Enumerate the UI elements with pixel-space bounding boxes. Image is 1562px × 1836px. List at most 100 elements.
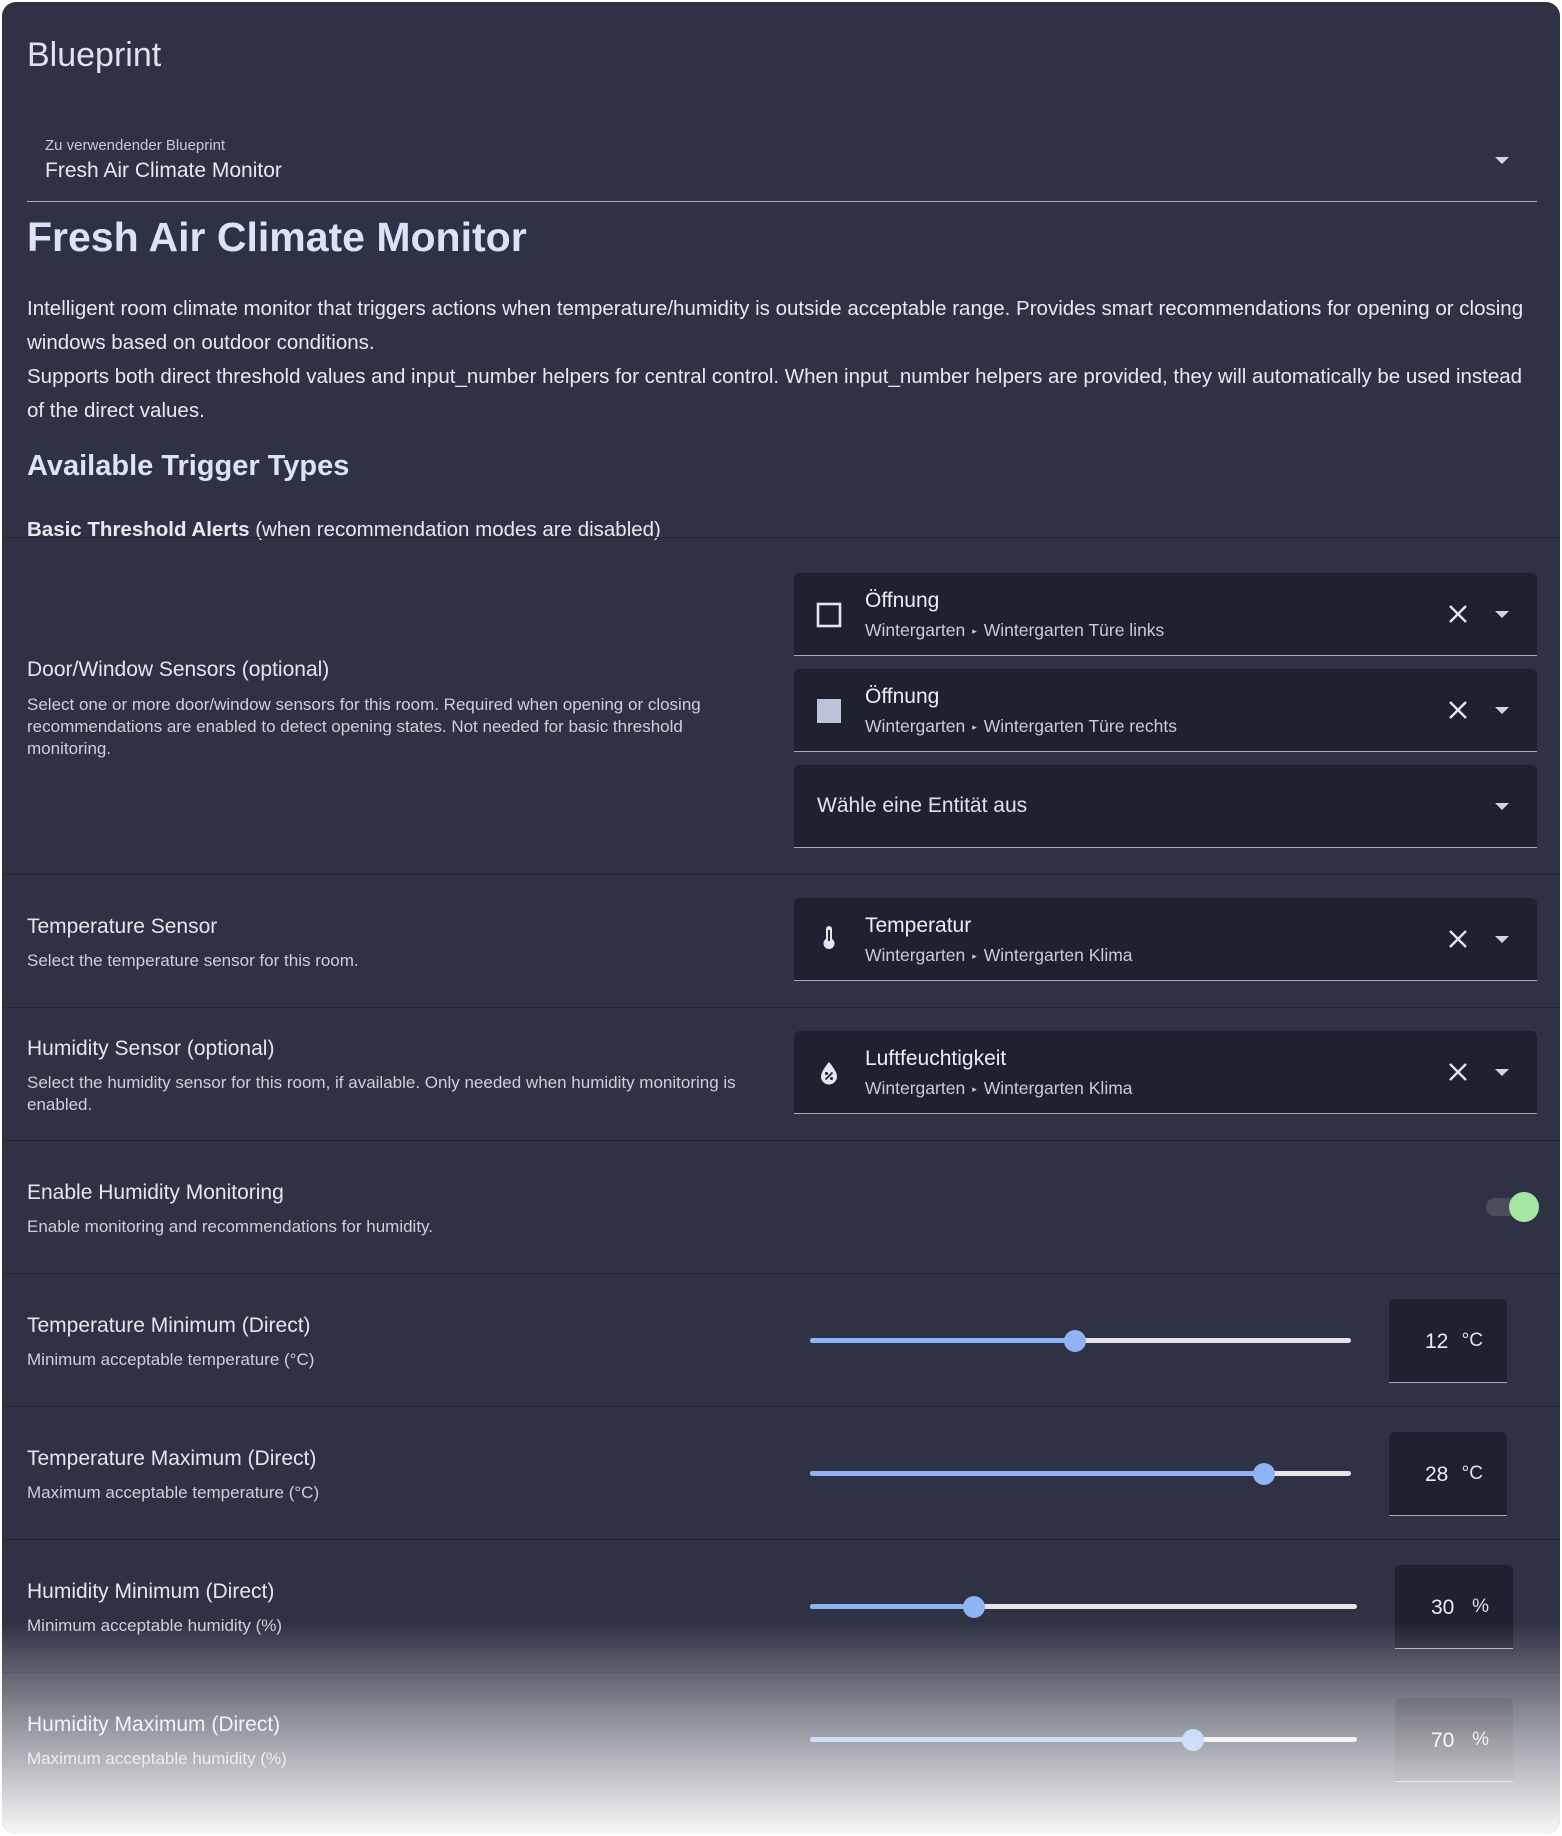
entity-path: Wintergarten ▸ Wintergarten Klima: [865, 945, 1133, 966]
door-open-icon: [817, 699, 841, 723]
entity-path: Wintergarten ▸ Wintergarten Türe rechts: [865, 716, 1177, 737]
blueprint-card: Blueprint Zu verwendender Blueprint Fres…: [2, 2, 1560, 1834]
path-separator-icon: ▸: [972, 1084, 977, 1094]
door-closed-icon: [816, 602, 842, 628]
humidity-max-input[interactable]: 70 %: [1395, 1698, 1513, 1782]
entity-name: Öffnung: [865, 589, 940, 612]
humidity-sensor-description: Select the humidity sensor for this room…: [27, 1073, 736, 1114]
enable-humidity-toggle[interactable]: [1483, 1192, 1539, 1222]
row-divider: [2, 1672, 1560, 1673]
humidity-min-input[interactable]: 30 %: [1395, 1565, 1513, 1649]
basic-threshold-line: Basic Threshold Alerts (when recommendat…: [27, 518, 661, 542]
slider-label: Temperature Maximum (Direct): [27, 1447, 317, 1470]
path-separator-icon: ▸: [972, 722, 977, 732]
slider-label: Humidity Maximum (Direct): [27, 1713, 281, 1736]
door-window-label: Door/Window Sensors (optional): [27, 658, 330, 681]
entity-area: Wintergarten: [865, 620, 966, 640]
chevron-down-icon[interactable]: [1495, 157, 1509, 164]
row-divider: [2, 1140, 1560, 1141]
toggle-knob: [1509, 1192, 1539, 1222]
slider-thumb[interactable]: [1064, 1330, 1087, 1352]
path-separator-icon: ▸: [972, 951, 977, 961]
humidity-min-slider[interactable]: [810, 1595, 1357, 1619]
entity-picker-empty[interactable]: Wähle eine Entität aus: [794, 765, 1537, 848]
slider-fill: [810, 1737, 1193, 1742]
entity-device: Wintergarten Klima: [983, 1078, 1133, 1098]
row-divider: [2, 1406, 1560, 1407]
blueprint-select-label: Zu verwendender Blueprint: [45, 137, 226, 154]
enable-humidity-description: Enable monitoring and recommendations fo…: [27, 1217, 434, 1236]
blueprint-description: Intelligent room climate monitor that tr…: [27, 292, 1527, 428]
entity-device: Wintergarten Türe links: [983, 620, 1165, 640]
description-paragraph-1: Intelligent room climate monitor that tr…: [27, 297, 1524, 354]
slider-thumb[interactable]: [1253, 1463, 1276, 1485]
close-icon[interactable]: [1446, 927, 1470, 951]
slider-description: Maximum acceptable temperature (°C): [27, 1483, 320, 1502]
temperature-sensor-description: Select the temperature sensor for this r…: [27, 951, 359, 970]
slider-label: Humidity Minimum (Direct): [27, 1580, 275, 1603]
close-icon[interactable]: [1446, 698, 1470, 722]
slider-description: Minimum acceptable temperature (°C): [27, 1350, 315, 1369]
entity-name: Temperatur: [865, 914, 972, 937]
entity-picker-temperature[interactable]: Temperatur Wintergarten ▸ Wintergarten Kli…: [794, 898, 1537, 981]
temperature-max-slider[interactable]: [810, 1462, 1351, 1486]
chevron-down-icon[interactable]: [1495, 936, 1509, 943]
temperature-min-input[interactable]: 12 °C: [1389, 1299, 1507, 1383]
card-title: Blueprint: [27, 36, 162, 74]
entity-device: Wintergarten Türe rechts: [983, 716, 1177, 736]
door-window-description: Select one or more door/window sensors f…: [27, 695, 701, 758]
entity-path: Wintergarten ▸ Wintergarten Türe links: [865, 620, 1164, 641]
row-divider: [2, 537, 1560, 538]
row-divider: [2, 1539, 1560, 1540]
water-percent-icon: [821, 1062, 837, 1085]
humidity-max-slider[interactable]: [810, 1728, 1357, 1752]
path-separator-icon: ▸: [972, 626, 977, 636]
close-icon[interactable]: [1446, 602, 1470, 626]
slider-description: Minimum acceptable humidity (%): [27, 1616, 283, 1635]
number-unit: %: [1472, 1729, 1489, 1750]
entity-picker-humidity[interactable]: Luftfeuchtigkeit Wintergarten ▸ Wintergart…: [794, 1031, 1537, 1114]
entity-picker-door-left[interactable]: Öffnung Wintergarten ▸ Wintergarten Türe l…: [794, 573, 1537, 656]
number-unit: °C: [1461, 1463, 1483, 1484]
number-value: 12: [1425, 1330, 1449, 1353]
temperature-max-input[interactable]: 28 °C: [1389, 1432, 1507, 1516]
chevron-down-icon[interactable]: [1495, 611, 1509, 618]
slider-thumb[interactable]: [1181, 1729, 1204, 1751]
row-divider: [2, 1007, 1560, 1008]
slider-fill: [810, 1471, 1265, 1476]
close-icon[interactable]: [1446, 1060, 1470, 1084]
entity-area: Wintergarten: [865, 1078, 966, 1098]
blueprint-name: Fresh Air Climate Monitor: [27, 214, 527, 260]
description-paragraph-2: Supports both direct threshold values an…: [27, 365, 1523, 422]
number-value: 70: [1431, 1729, 1455, 1752]
entity-area: Wintergarten: [865, 716, 966, 736]
section-heading: Available Trigger Types: [27, 450, 350, 482]
slider-label: Temperature Minimum (Direct): [27, 1314, 311, 1337]
entity-area: Wintergarten: [865, 945, 966, 965]
number-value: 30: [1431, 1596, 1455, 1619]
enable-humidity-label: Enable Humidity Monitoring: [27, 1181, 284, 1204]
entity-picker-door-right[interactable]: Öffnung Wintergarten ▸ Wintergarten Türe r…: [794, 669, 1537, 752]
chevron-down-icon[interactable]: [1495, 1069, 1509, 1076]
number-value: 28: [1425, 1463, 1449, 1486]
number-unit: %: [1472, 1596, 1489, 1617]
slider-fill: [810, 1338, 1076, 1343]
chevron-down-icon[interactable]: [1495, 803, 1509, 810]
number-unit: °C: [1461, 1330, 1483, 1351]
humidity-sensor-label: Humidity Sensor (optional): [27, 1037, 275, 1060]
slider-thumb[interactable]: [963, 1596, 986, 1618]
row-divider: [2, 1273, 1560, 1274]
chevron-down-icon[interactable]: [1495, 707, 1509, 714]
temperature-sensor-label: Temperature Sensor: [27, 915, 218, 938]
slider-fill: [810, 1604, 975, 1609]
entity-path: Wintergarten ▸ Wintergarten Klima: [865, 1078, 1133, 1099]
blueprint-select[interactable]: Zu verwendender Blueprint Fresh Air Clim…: [27, 122, 1537, 202]
temperature-min-slider[interactable]: [810, 1329, 1351, 1353]
entity-name: Öffnung: [865, 685, 940, 708]
row-divider: [2, 874, 1560, 875]
entity-device: Wintergarten Klima: [983, 945, 1133, 965]
entity-name: Luftfeuchtigkeit: [865, 1047, 1007, 1070]
entity-picker-placeholder: Wähle eine Entität aus: [817, 794, 1028, 817]
blueprint-select-value: Fresh Air Climate Monitor: [45, 159, 282, 182]
slider-description: Maximum acceptable humidity (%): [27, 1749, 287, 1768]
